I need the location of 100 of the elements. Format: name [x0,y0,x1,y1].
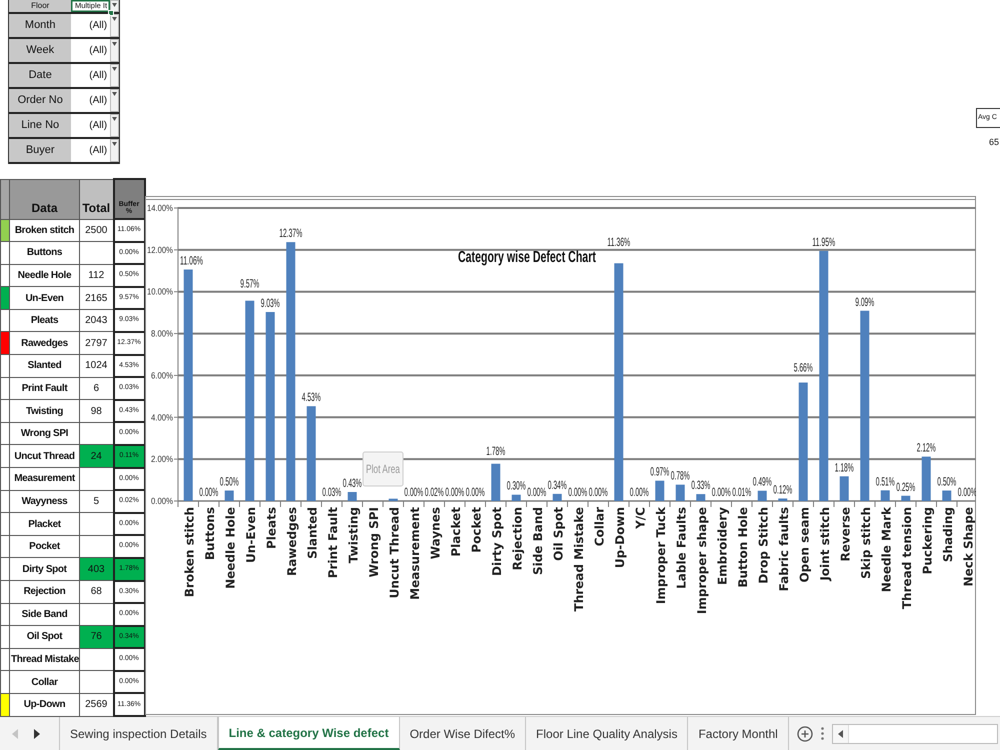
x-axis-label: Pleats [264,507,278,550]
filter-dropdown-button[interactable] [110,64,120,87]
table-cell: Placket [10,512,80,536]
data-label: 0.00% [712,486,731,500]
sheet-tab[interactable]: Order Wise Difect% [400,717,526,750]
column-header [0,179,10,219]
x-axis-label: Y/C [633,507,648,529]
chart-title: Category wise Defect Chart [458,248,596,266]
data-label: 11.36% [607,236,630,250]
table-cell: Rawedges [10,332,80,355]
data-label: 0.03% [322,486,342,500]
table-cell: Wayyness [10,490,80,513]
dropdown-arrow-icon [112,92,118,96]
data-label: 0.51% [876,475,895,490]
data-label: 1.18% [834,461,854,475]
sheet-tab[interactable]: Line & category Wise defect [218,717,400,750]
sheet-tab[interactable]: Factory Monthl [688,717,789,750]
data-label: 4.53% [302,391,321,405]
table-cell: Pocket [10,535,80,558]
data-label: 0.50% [220,476,239,490]
x-axis-label: Thread tension [900,507,914,610]
x-axis-label: Shading [940,507,955,562]
table-cell: Collar [10,670,80,694]
x-axis-label: Button Hole [736,507,750,588]
data-label: 0.33% [691,479,710,493]
x-axis-label: Uncut Thread [387,507,402,598]
table-cell: Broken stitch [10,219,80,242]
dropdown-arrow-icon [112,117,118,121]
filter-dropdown-button[interactable] [110,14,120,37]
x-axis-label: Rejection [510,507,524,570]
data-label: 1.78% [486,445,506,459]
data-label: 0.00% [466,486,485,500]
x-axis-label: Side Band [530,507,545,576]
data-label: 0.97% [650,466,670,480]
dropdown-arrow-icon [112,142,118,146]
scroll-left-button[interactable] [832,724,849,742]
x-axis-label: Needle Hole [223,507,238,589]
x-axis-label: Thread Mistake [572,507,586,612]
y-axis-label: 14.00% [147,202,173,214]
data-label: 0.00% [404,486,424,500]
table-cell: 403 [80,558,114,580]
x-axis-label: Reverse [838,507,852,562]
filter-dropdown-button[interactable] [110,114,120,137]
data-label: 0.00% [630,486,649,500]
dropdown-arrow-icon [112,67,118,71]
table-cell: Wrong SPI [10,422,80,445]
data-label: 0.12% [773,484,792,498]
table-cell: Un-Even [10,286,80,310]
filter-label: Month [9,14,72,37]
data-label: 9.57% [240,278,260,292]
dropdown-arrow-icon [112,17,118,21]
tooltip: Plot Area [362,452,404,486]
filter-dropdown-button[interactable] [110,0,120,12]
x-axis-label: Collar [592,507,606,546]
data-label: 0.00% [199,486,218,500]
vertical-dots-icon[interactable] [820,727,824,740]
data-label: 12.37% [279,227,302,241]
table-cell: Print Fault [10,377,80,400]
table-cell: Twisting [10,400,80,422]
x-axis-label: Wrong SPI [366,507,381,578]
x-axis-label: Up-Down [612,507,627,568]
table-cell: Measurement [10,468,80,490]
y-axis-label: 2.00% [151,454,173,464]
x-axis-label: Dirty Spot [490,507,504,576]
filter-label: Date [9,64,72,87]
x-axis-label: Joint stitch [818,507,832,581]
horizontal-scrollbar[interactable] [832,724,998,744]
data-label: 0.00% [445,486,464,500]
filter-label: Order No [9,89,72,112]
table-cell-text: 65 [988,136,1000,149]
x-axis-label: Embroidery [715,507,730,586]
x-axis-label: Waynes [428,507,442,560]
data-label: 2.12% [916,442,936,456]
data-label: 0.00% [958,486,976,500]
column-header: Total [80,179,114,219]
table-cell: Rejection [10,580,80,604]
sheet-tab[interactable]: Floor Line Quality Analysis [526,717,688,750]
x-axis-label: Broken stitch [182,507,196,598]
y-axis-label: 6.00% [151,370,173,381]
filter-label: Line No [9,114,72,137]
dropdown-arrow-icon [112,3,118,7]
data-label: 0.01% [732,486,752,500]
bar [901,496,910,501]
x-axis-label: Un-Even [244,507,258,563]
data-label: 0.49% [752,476,772,490]
data-label: 0.00% [527,486,546,500]
bar [778,498,788,501]
filter-dropdown-button[interactable] [110,89,120,112]
data-label: 0.78% [670,470,690,484]
filter-dropdown-button[interactable] [110,39,120,62]
caret-left-icon [838,730,843,738]
table-cell: Up-Down [10,693,80,716]
x-axis-label: Pocket [469,507,484,553]
y-axis-label: 10.00% [147,286,173,297]
x-axis-label: Measurement [408,507,422,600]
filter-dropdown-button[interactable] [110,139,120,162]
y-axis-label: 8.00% [151,328,173,339]
data-label: 0.25% [896,480,916,494]
x-axis-label: Fabric faults [776,507,791,592]
x-axis-label: Buttons [202,507,217,560]
